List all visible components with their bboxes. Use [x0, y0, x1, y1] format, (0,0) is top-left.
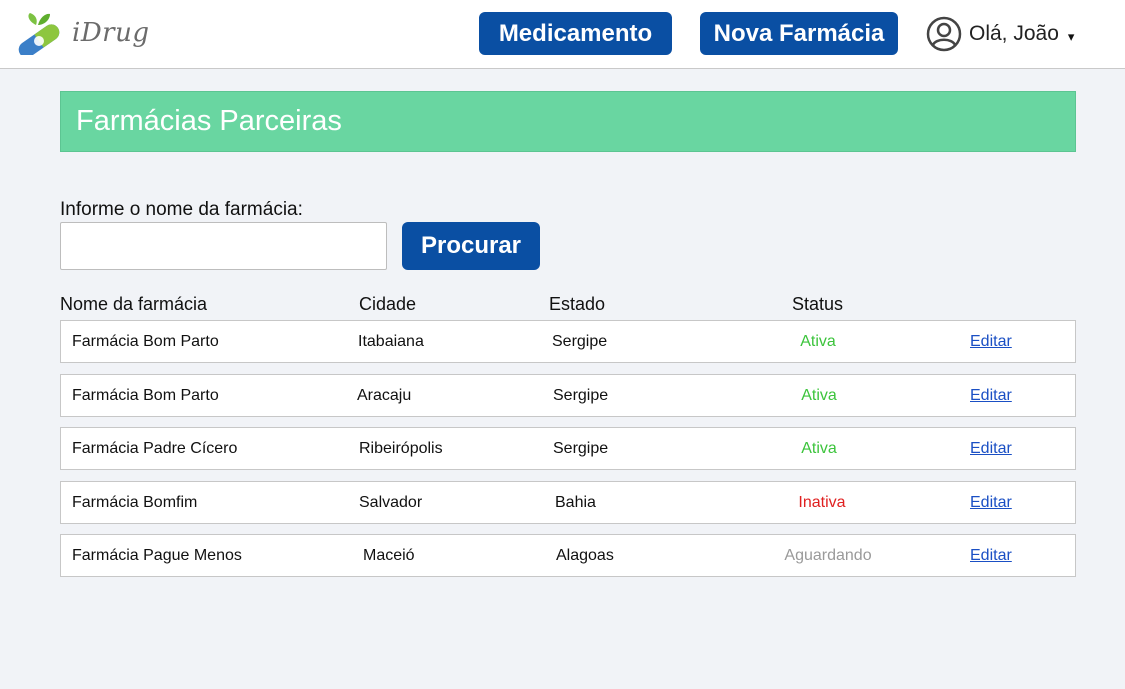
- status-badge: Ativa: [801, 440, 837, 457]
- status-badge: Ativa: [801, 387, 837, 404]
- page-banner: Farmácias Parceiras: [60, 91, 1076, 152]
- idrug-logo[interactable]: iDrug: [10, 10, 160, 56]
- table-row: Farmácia Bom Parto Itabaiana Sergipe Ati…: [60, 320, 1076, 363]
- edit-link[interactable]: Editar: [970, 387, 1012, 405]
- pharmacy-name: Farmácia Pague Menos: [72, 547, 242, 564]
- status-badge: Inativa: [798, 494, 846, 511]
- user-menu[interactable]: Olá, João ▾: [926, 14, 1074, 54]
- column-header-city: Cidade: [359, 294, 417, 314]
- pharmacy-name: Farmácia Bomfim: [72, 494, 198, 511]
- user-greeting: Olá, João: [969, 22, 1059, 45]
- edit-link[interactable]: Editar: [970, 494, 1012, 512]
- table-row: Farmácia Bom Parto Aracaju Sergipe Ativa…: [60, 374, 1076, 417]
- pharmacy-city: Itabaiana: [358, 333, 424, 350]
- pharmacy-city: Salvador: [359, 494, 423, 511]
- pharmacy-state: Sergipe: [552, 333, 608, 350]
- edit-link[interactable]: Editar: [970, 547, 1012, 565]
- search-button[interactable]: Procurar: [402, 222, 540, 270]
- top-navigation-bar: iDrug Medicamento Nova Farmácia Olá, Joã…: [0, 0, 1125, 69]
- logo-text: iDrug: [72, 18, 150, 48]
- pharmacy-name: Farmácia Padre Cícero: [72, 440, 238, 457]
- search-input[interactable]: [60, 222, 387, 270]
- pharmacy-state: Alagoas: [556, 547, 614, 564]
- status-badge: Aguardando: [784, 547, 872, 564]
- search-label: Informe o nome da farmácia:: [60, 199, 303, 220]
- column-header-name: Nome da farmácia: [60, 294, 208, 314]
- pill-capsule-leaf-icon: [18, 13, 60, 55]
- user-avatar-icon: [926, 16, 962, 52]
- status-badge: Ativa: [800, 333, 836, 350]
- pharmacy-name: Farmácia Bom Parto: [72, 333, 219, 350]
- page-title: Farmácias Parceiras: [76, 105, 342, 137]
- pharmacy-city: Maceió: [363, 547, 415, 564]
- pharmacy-name: Farmácia Bom Parto: [72, 387, 219, 404]
- column-header-state: Estado: [549, 294, 606, 314]
- chevron-down-icon[interactable]: ▾: [1068, 29, 1075, 45]
- nova-farmacia-button[interactable]: Nova Farmácia: [700, 12, 898, 55]
- table-row: Farmácia Bomfim Salvador Bahia Inativa E…: [60, 481, 1076, 524]
- pharmacy-city: Ribeirópolis: [359, 440, 443, 457]
- pharmacy-city: Aracaju: [357, 387, 412, 404]
- table-row: Farmácia Pague Menos Maceió Alagoas Agua…: [60, 534, 1076, 577]
- edit-link[interactable]: Editar: [970, 333, 1012, 351]
- column-header-status: Status: [792, 294, 844, 314]
- medicamento-button[interactable]: Medicamento: [479, 12, 672, 55]
- edit-link[interactable]: Editar: [970, 440, 1012, 458]
- pharmacy-state: Sergipe: [553, 387, 609, 404]
- table-row: Farmácia Padre Cícero Ribeirópolis Sergi…: [60, 427, 1076, 470]
- pharmacy-state: Sergipe: [553, 440, 609, 457]
- pharmacy-state: Bahia: [555, 494, 596, 511]
